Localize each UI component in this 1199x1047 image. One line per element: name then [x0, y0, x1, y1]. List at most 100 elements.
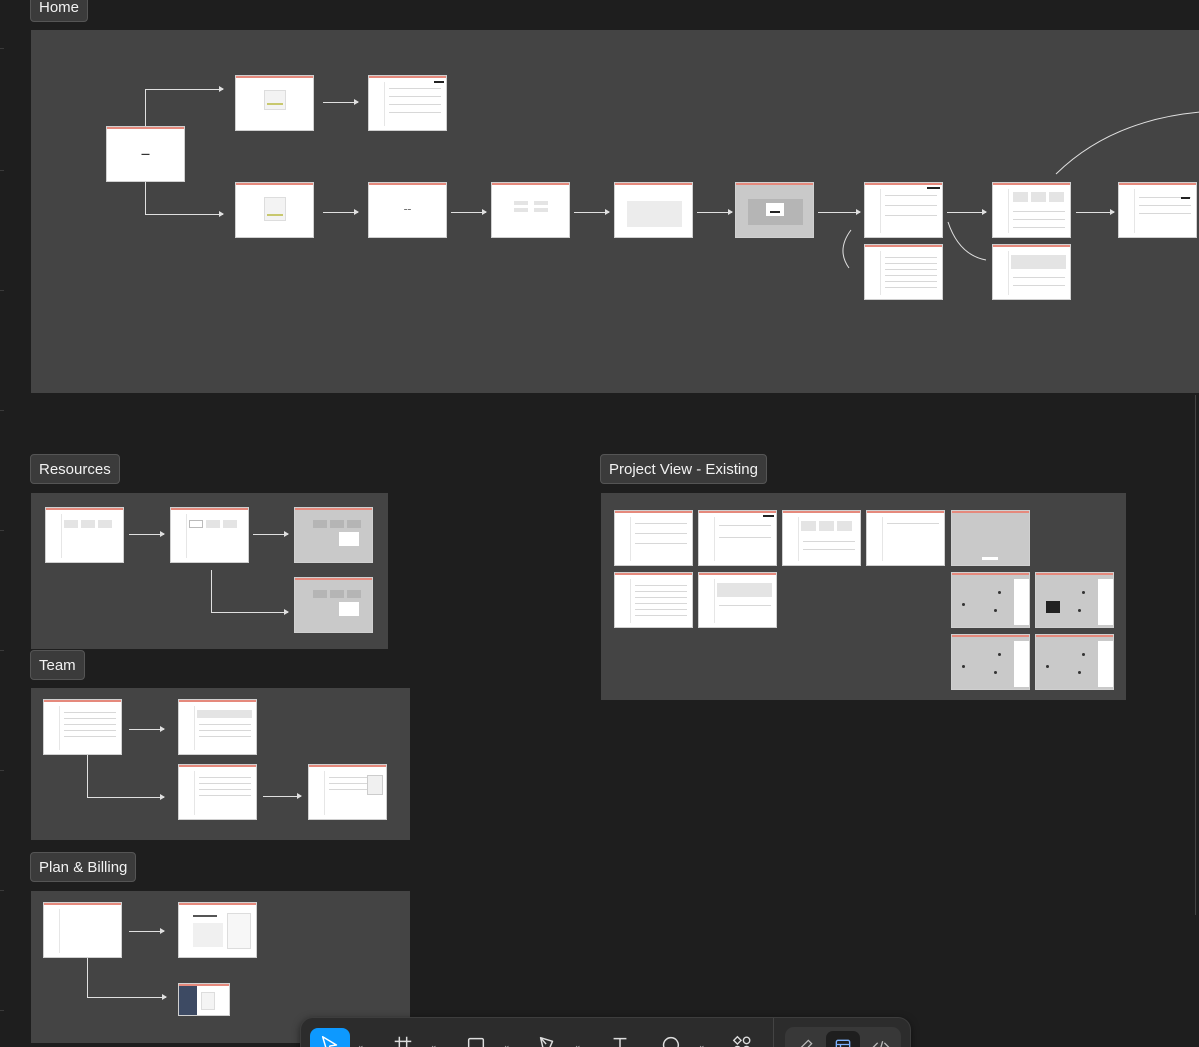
- connector-arrow: [211, 609, 289, 615]
- connector-arrow: [323, 99, 359, 105]
- ruler-tick: [0, 170, 4, 171]
- section-label-home[interactable]: Home: [30, 0, 89, 22]
- ruler-tick: [0, 650, 4, 651]
- home-frame[interactable]: [235, 182, 314, 238]
- section-label-resources[interactable]: Resources: [30, 454, 120, 484]
- text-icon: [613, 1037, 627, 1047]
- home-frame[interactable]: ▬ ▬: [368, 182, 447, 238]
- team-frame[interactable]: [43, 699, 122, 755]
- ruler-tick: [0, 1010, 4, 1011]
- section-project-view[interactable]: [601, 493, 1126, 700]
- move-pointer-icon: [321, 1036, 338, 1047]
- home-frame[interactable]: [1118, 182, 1197, 238]
- connector-arrow: [145, 86, 224, 92]
- project-frame[interactable]: [1035, 572, 1114, 628]
- design-canvas[interactable]: Home ▬▬ ▬ ▬ Resources Project View - Exi…: [0, 0, 1199, 1047]
- project-frame[interactable]: [698, 572, 777, 628]
- toolbar-divider: [773, 1018, 774, 1047]
- move-tool-button[interactable]: [310, 1028, 350, 1047]
- resources-frame[interactable]: [45, 507, 124, 563]
- section-team[interactable]: [31, 688, 410, 840]
- design-mode-icon: [835, 1039, 851, 1047]
- actions-tool-button[interactable]: [722, 1028, 762, 1047]
- rectangle-icon: [467, 1037, 485, 1047]
- pen-icon: [539, 1036, 554, 1047]
- dev-mode-icon: [872, 1040, 890, 1047]
- project-frame[interactable]: [951, 634, 1030, 690]
- chevron-down-icon[interactable]: ⌄: [574, 1040, 582, 1047]
- shape-tool-button[interactable]: [456, 1028, 496, 1047]
- connector-arrow: [129, 928, 165, 934]
- team-frame[interactable]: [178, 764, 257, 820]
- section-home[interactable]: ▬▬ ▬ ▬: [31, 30, 1199, 393]
- comment-icon: [662, 1036, 679, 1047]
- home-frame[interactable]: [614, 182, 693, 238]
- team-frame[interactable]: [178, 699, 257, 755]
- chevron-down-icon[interactable]: ⌄: [430, 1040, 438, 1047]
- project-frame[interactable]: [614, 572, 693, 628]
- team-frame[interactable]: [308, 764, 387, 820]
- connector-arrow: [145, 211, 224, 217]
- connector-arrow: [323, 209, 359, 215]
- home-frame[interactable]: [864, 182, 943, 238]
- ruler-tick: [0, 770, 4, 771]
- draw-mode-button[interactable]: [788, 1031, 822, 1047]
- vertical-scrollbar[interactable]: [1195, 395, 1199, 915]
- project-frame[interactable]: [782, 510, 861, 566]
- dev-mode-button[interactable]: [864, 1031, 898, 1047]
- ruler-tick: [0, 48, 4, 49]
- billing-frame[interactable]: [178, 983, 230, 1016]
- home-frame[interactable]: [235, 75, 314, 131]
- section-label-team[interactable]: Team: [30, 650, 85, 680]
- home-frame[interactable]: [735, 182, 814, 238]
- connector-arrow: [253, 531, 289, 537]
- home-frame[interactable]: [992, 182, 1071, 238]
- comment-tool-button[interactable]: [651, 1028, 691, 1047]
- connector-arrow: [697, 209, 733, 215]
- home-frame[interactable]: [864, 244, 943, 300]
- mode-switcher: [785, 1027, 901, 1047]
- frame-hash-icon: [394, 1036, 412, 1047]
- home-frame[interactable]: [368, 75, 447, 131]
- ruler-tick: [0, 890, 4, 891]
- ruler-tick: [0, 530, 4, 531]
- chevron-down-icon[interactable]: ⌄: [698, 1040, 706, 1047]
- draw-mode-icon: [800, 1039, 813, 1047]
- connector-arrow: [87, 794, 165, 800]
- project-frame[interactable]: [951, 572, 1030, 628]
- project-frame[interactable]: [951, 510, 1030, 566]
- connector-line: [87, 957, 88, 997]
- connector-arrow: [129, 531, 165, 537]
- billing-frame[interactable]: [43, 902, 122, 958]
- ruler-tick: [0, 410, 4, 411]
- chevron-down-icon[interactable]: ⌄: [357, 1040, 365, 1047]
- connector-line: [145, 181, 146, 214]
- ruler-tick: [0, 290, 4, 291]
- connector-arrow: [87, 994, 167, 1000]
- design-mode-button[interactable]: [826, 1031, 860, 1047]
- connector-arrow: [263, 793, 302, 799]
- project-frame[interactable]: [866, 510, 945, 566]
- resources-frame[interactable]: [294, 577, 373, 633]
- resources-frame[interactable]: [294, 507, 373, 563]
- project-frame[interactable]: [698, 510, 777, 566]
- connector-arrow: [129, 726, 165, 732]
- text-tool-button[interactable]: [600, 1028, 640, 1047]
- project-frame[interactable]: [614, 510, 693, 566]
- home-frame[interactable]: [491, 182, 570, 238]
- home-frame[interactable]: ▬▬: [106, 126, 185, 182]
- connector-arrow: [574, 209, 610, 215]
- project-frame[interactable]: [1035, 634, 1114, 690]
- connector-line: [87, 755, 88, 797]
- section-resources[interactable]: [31, 493, 388, 649]
- chevron-down-icon[interactable]: ⌄: [503, 1040, 511, 1047]
- section-label-plan-billing[interactable]: Plan & Billing: [30, 852, 137, 882]
- billing-frame[interactable]: [178, 902, 257, 958]
- frame-tool-button[interactable]: [383, 1028, 423, 1047]
- resources-frame[interactable]: [170, 507, 249, 563]
- section-label-project-view[interactable]: Project View - Existing: [600, 454, 767, 484]
- home-frame[interactable]: [992, 244, 1071, 300]
- connector-arrow: [451, 209, 487, 215]
- pen-tool-button[interactable]: [527, 1028, 567, 1047]
- connector-line: [211, 570, 212, 612]
